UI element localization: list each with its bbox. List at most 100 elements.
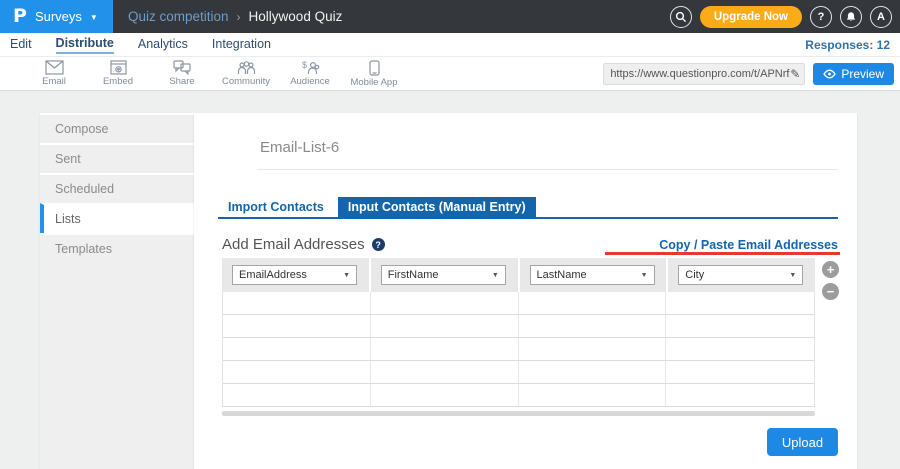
cell-input[interactable] (519, 361, 667, 383)
add-email-section-header: Add Email Addresses ? Copy / Paste Email… (222, 236, 838, 253)
help-button[interactable]: ? (810, 6, 832, 28)
remove-row-button[interactable]: − (822, 283, 839, 300)
tool-mobile-app[interactable]: Mobile App (342, 60, 406, 88)
column-header-3: LastName (520, 258, 667, 292)
page-title: Email-List-6 (260, 139, 339, 156)
copy-paste-email-link[interactable]: Copy / Paste Email Addresses (659, 238, 838, 252)
upload-button[interactable]: Upload (767, 428, 838, 456)
nav-tab-distribute[interactable]: Distribute (56, 36, 114, 54)
eye-icon (823, 69, 836, 79)
tool-audience[interactable]: $ Audience (278, 60, 342, 87)
tool-community[interactable]: Community (214, 60, 278, 87)
tab-input-contacts-manual-entry[interactable]: Input Contacts (Manual Entry) (338, 197, 536, 217)
sidebar-item-compose[interactable]: Compose (40, 113, 194, 143)
cell-input[interactable] (666, 384, 814, 406)
add-row-button[interactable]: + (822, 261, 839, 278)
search-icon (675, 11, 687, 23)
cell-input[interactable] (519, 338, 667, 360)
nav-tab-integration[interactable]: Integration (212, 37, 271, 53)
column-select-last-name[interactable]: LastName (530, 265, 655, 285)
tool-email[interactable]: Email (22, 60, 86, 87)
column-select-first-name[interactable]: FirstName (381, 265, 506, 285)
tool-embed[interactable]: Embed (86, 60, 150, 87)
tool-share[interactable]: Share (150, 60, 214, 87)
column-header-1: EmailAddress (222, 258, 369, 292)
chevron-down-icon: ▼ (90, 13, 98, 22)
surveys-menu[interactable]: P Surveys ▼ (0, 0, 113, 33)
breadcrumb-current: Hollywood Quiz (249, 9, 343, 24)
survey-url-field: ✎ (603, 63, 805, 85)
audience-icon: $ (301, 60, 320, 75)
email-icon (45, 60, 64, 75)
cell-input[interactable] (371, 384, 519, 406)
question-mark-icon: ? (818, 11, 825, 23)
cell-input[interactable] (223, 361, 371, 383)
embed-icon (110, 60, 127, 75)
table-row (223, 292, 814, 315)
column-header-4: City (668, 258, 815, 292)
email-sidebar: Compose Sent Scheduled Lists Templates (40, 113, 194, 469)
cell-input[interactable] (371, 361, 519, 383)
column-select-city[interactable]: City (678, 265, 803, 285)
questionpro-logo: P (13, 7, 27, 26)
sidebar-item-templates[interactable]: Templates (40, 233, 194, 263)
cell-input[interactable] (371, 292, 519, 314)
svg-text:$: $ (302, 60, 307, 70)
cell-input[interactable] (371, 315, 519, 337)
bell-icon (845, 11, 857, 23)
upgrade-now-button[interactable]: Upgrade Now (700, 6, 802, 28)
topbar: P Surveys ▼ Quiz competition › Hollywood… (0, 0, 900, 33)
preview-button[interactable]: Preview (813, 63, 894, 85)
cell-input[interactable] (519, 292, 667, 314)
table-row (223, 338, 814, 361)
table-row (223, 384, 814, 407)
horizontal-scrollbar[interactable] (222, 411, 815, 416)
cell-input[interactable] (519, 315, 667, 337)
topbar-actions: Upgrade Now ? A (670, 6, 900, 28)
email-list-card: Email-List-6 Import Contacts Input Conta… (194, 113, 857, 469)
nav-tab-analytics[interactable]: Analytics (138, 37, 188, 53)
column-select-email-address[interactable]: EmailAddress (232, 265, 357, 285)
surveys-menu-label: Surveys (35, 9, 82, 24)
row-controls: + − (822, 261, 839, 300)
title-divider (257, 169, 838, 170)
nav-tab-edit[interactable]: Edit (10, 37, 32, 53)
table-row (223, 361, 814, 384)
toolbar-right: ✎ Preview (603, 63, 900, 85)
breadcrumb: Quiz competition › Hollywood Quiz (128, 9, 342, 24)
cell-input[interactable] (666, 338, 814, 360)
community-icon (237, 60, 256, 75)
tab-import-contacts[interactable]: Import Contacts (218, 197, 334, 217)
cell-input[interactable] (666, 361, 814, 383)
breadcrumb-parent[interactable]: Quiz competition (128, 9, 229, 24)
contacts-tabs: Import Contacts Input Contacts (Manual E… (218, 198, 838, 219)
breadcrumb-separator-icon: › (237, 10, 241, 24)
sidebar-item-lists[interactable]: Lists (40, 203, 194, 233)
cell-input[interactable] (223, 338, 371, 360)
cell-input[interactable] (223, 292, 371, 314)
table-row (223, 315, 814, 338)
avatar-letter: A (877, 11, 885, 23)
help-icon[interactable]: ? (372, 238, 385, 251)
cell-input[interactable] (666, 292, 814, 314)
avatar[interactable]: A (870, 6, 892, 28)
cell-input[interactable] (223, 315, 371, 337)
survey-nav: Edit Distribute Analytics Integration Re… (0, 33, 900, 57)
cell-input[interactable] (666, 315, 814, 337)
sidebar-item-sent[interactable]: Sent (40, 143, 194, 173)
distribute-toolbar: Email Embed Share Community $ Audience M… (0, 57, 900, 91)
edit-url-icon[interactable]: ✎ (790, 67, 800, 81)
cell-input[interactable] (519, 384, 667, 406)
survey-url-input[interactable] (610, 68, 790, 80)
notifications-button[interactable] (840, 6, 862, 28)
cell-input[interactable] (371, 338, 519, 360)
sidebar-item-scheduled[interactable]: Scheduled (40, 173, 194, 203)
share-icon (173, 60, 191, 75)
search-button[interactable] (670, 6, 692, 28)
column-header-2: FirstName (371, 258, 518, 292)
section-title: Add Email Addresses (222, 236, 365, 253)
red-highlight-line (605, 252, 840, 255)
screen: P Surveys ▼ Quiz competition › Hollywood… (0, 0, 900, 469)
responses-count[interactable]: Responses: 12 (805, 38, 890, 52)
cell-input[interactable] (223, 384, 371, 406)
